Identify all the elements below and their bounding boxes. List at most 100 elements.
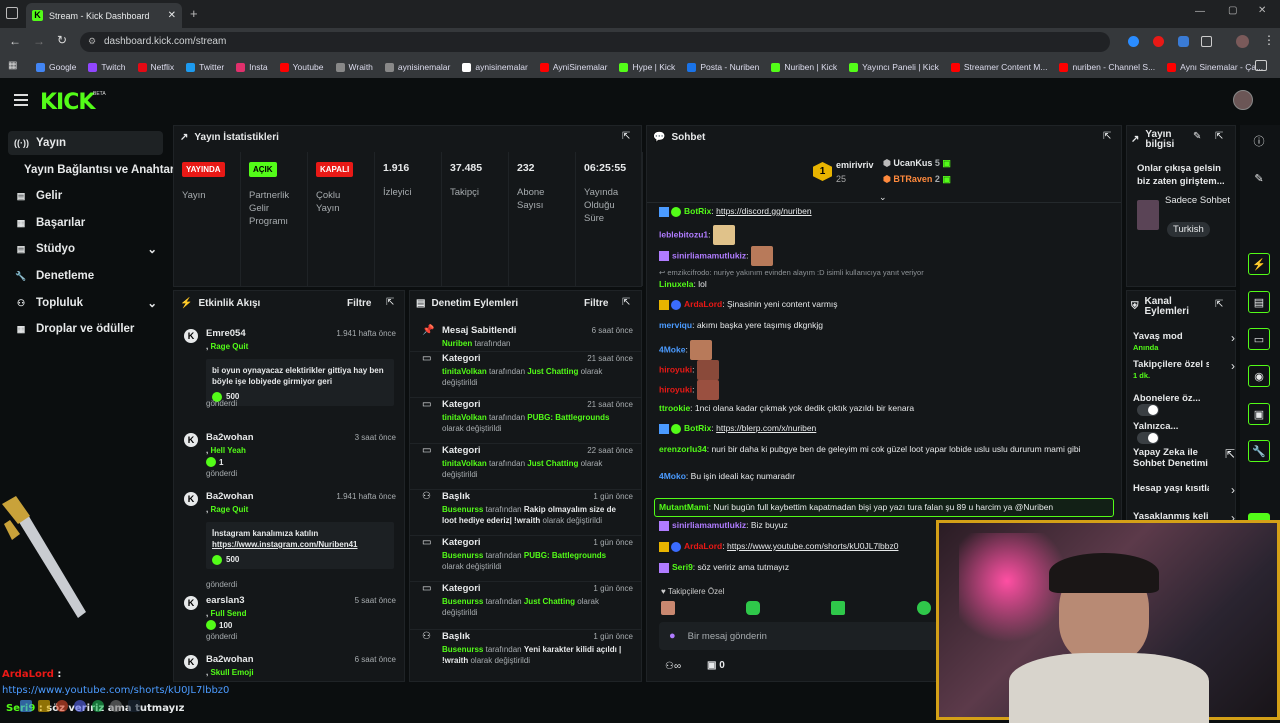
moderator-name[interactable]: Busenurss: [442, 505, 483, 514]
chat-username[interactable]: hiroyuki: [659, 384, 692, 394]
bookmark-item[interactable]: Wraith: [335, 62, 373, 72]
moderator-name[interactable]: tinitaVolkan: [442, 413, 487, 422]
taskbar-obs-icon[interactable]: [110, 700, 122, 712]
activity-username[interactable]: Ba2wohan: [206, 432, 254, 443]
moderation-item[interactable]: ▭ Kategori 1 gün önce Busenurss tarafından …: [410, 535, 641, 571]
moderation-filter-button[interactable]: Filtre: [584, 298, 608, 309]
chat-message[interactable]: hiroyuki:: [659, 380, 1109, 400]
moderator-name[interactable]: Nuriben: [442, 339, 472, 348]
popout-icon[interactable]: ⇱: [622, 297, 630, 308]
moderation-item[interactable]: ▭ Kategori 1 gün önce Busenurss tarafından …: [410, 581, 641, 617]
users-infinity-icon[interactable]: ⚇∞: [665, 661, 681, 672]
channel-action-item[interactable]: Hesap yaşı kısıtla ›: [1133, 483, 1235, 497]
browser-menu-icon[interactable]: ⋮: [1263, 33, 1275, 47]
popout-icon[interactable]: ⇱: [1103, 131, 1111, 142]
moderator-name[interactable]: tinitaVolkan: [442, 367, 487, 376]
chevron-down-icon[interactable]: ⌄: [147, 242, 157, 256]
chat-username[interactable]: 4Moko: [659, 471, 686, 481]
activity-username[interactable]: Emre054: [206, 328, 246, 339]
sidebar-item[interactable]: ▦ Başarılar: [8, 211, 163, 235]
profile-avatar[interactable]: [1236, 35, 1249, 48]
chat-username[interactable]: hiroyuki: [659, 364, 692, 374]
chat-message[interactable]: BotRix: https://blerp.com/x/nuriben: [659, 422, 1109, 435]
bookmark-item[interactable]: Yayıncı Paneli | Kick: [849, 62, 939, 72]
bookmark-item[interactable]: Nuriben | Kick: [771, 62, 837, 72]
sidebar-item[interactable]: ▤ Stüdyo ⌄: [8, 237, 163, 261]
bookmark-item[interactable]: Twitch: [88, 62, 126, 72]
moderator-name[interactable]: Busenurss: [442, 551, 483, 560]
window-close-icon[interactable]: ✕: [1258, 5, 1266, 16]
moderator-name[interactable]: tinitaVolkan: [442, 459, 487, 468]
points-counter[interactable]: ▣ 0: [707, 660, 725, 671]
info-icon[interactable]: ⓘ: [1248, 130, 1270, 152]
chat-username[interactable]: Seri9: [672, 562, 693, 572]
popout-icon[interactable]: ⇱: [1215, 131, 1223, 142]
bookmark-item[interactable]: Youtube: [279, 62, 324, 72]
maximize-icon[interactable]: ▢: [1228, 5, 1237, 16]
taskbar-windows-icon[interactable]: [20, 700, 32, 712]
chat-message[interactable]: 4Moke:: [659, 340, 1109, 360]
forward-icon[interactable]: →: [33, 34, 45, 48]
tab-search-icon[interactable]: [6, 7, 18, 19]
taskbar-spotify-icon[interactable]: [92, 700, 104, 712]
moderation-item[interactable]: ▭ Kategori 22 saat önce tinitaVolkan tarafı…: [410, 443, 641, 479]
chevron-right-icon[interactable]: ›: [1231, 331, 1235, 345]
url-field[interactable]: dashboard.kick.com/stream: [80, 32, 1110, 52]
bookmark-item[interactable]: Hype | Kick: [619, 62, 675, 72]
chat-icon[interactable]: ▭: [1248, 328, 1270, 350]
broadcast-icon[interactable]: ◉: [1248, 365, 1270, 387]
wrench-icon[interactable]: 🔧: [1248, 440, 1270, 462]
extension-icon[interactable]: [1178, 36, 1189, 47]
kick-logo[interactable]: KICK: [40, 90, 95, 115]
bookmark-item[interactable]: Aynı Sinemalar - Ça...: [1167, 62, 1263, 72]
channel-action-item[interactable]: Yapay Zeka ile Sohbet Denetimi ⇱: [1133, 447, 1235, 469]
chat-username[interactable]: BotRix: [684, 423, 711, 433]
hamburger-menu-icon[interactable]: [14, 94, 28, 106]
chat-username[interactable]: 4Moke: [659, 344, 685, 354]
edit-pencil-icon[interactable]: ✎: [1193, 131, 1201, 142]
bookmark-item[interactable]: Streamer Content M...: [950, 62, 1047, 72]
chevron-down-icon[interactable]: ⌄: [147, 296, 157, 310]
emote-icon[interactable]: [916, 601, 931, 615]
moderation-item[interactable]: ▭ Kategori 21 saat önce tinitaVolkan tarafı…: [410, 351, 641, 387]
microphone-icon[interactable]: ●: [669, 630, 676, 642]
chat-message[interactable]: ttrookie: 1nci olana kadar çıkmak yok de…: [659, 402, 1109, 415]
bookmark-item[interactable]: Netflix: [137, 62, 174, 72]
chat-username[interactable]: erenzorlu34: [659, 444, 707, 454]
top-gifter-name[interactable]: emirivriv: [836, 160, 874, 170]
chat-message[interactable]: leblebitozu1:: [659, 225, 1109, 245]
chat-message[interactable]: Linuxela: lol: [659, 278, 1109, 291]
chat-message[interactable]: ArdaLord: Şinasinin yeni content varmış: [659, 298, 1109, 311]
chat-message[interactable]: sinirliamamutlukiz:: [659, 246, 1109, 266]
activity-filter-button[interactable]: Filtre: [347, 298, 371, 309]
taskbar-discord-icon[interactable]: [74, 700, 86, 712]
channel-action-item[interactable]: Yalnızca...: [1133, 421, 1233, 444]
browser-tab[interactable]: K Stream - Kick Dashboard ✕: [26, 3, 182, 28]
reload-icon[interactable]: ↻: [57, 33, 67, 47]
gifter-1[interactable]: ⬢ UcanKus 5 ▣: [883, 158, 951, 169]
popout-icon[interactable]: ⇱: [386, 297, 394, 308]
moderator-name[interactable]: Busenurss: [442, 597, 483, 606]
taskbar-chrome-icon[interactable]: [56, 700, 68, 712]
emote-icon[interactable]: [661, 601, 675, 615]
chat-username[interactable]: BotRix: [684, 206, 711, 216]
bookmark-item[interactable]: Google: [36, 62, 76, 72]
chat-username[interactable]: ArdaLord: [684, 299, 722, 309]
bookmark-item[interactable]: aynisinemalar: [384, 62, 450, 72]
chat-message[interactable]: merviqu: akımı başka yere taşımış dkgnkj…: [659, 319, 1109, 332]
sidebar-item[interactable]: 🔧 Denetleme: [8, 264, 163, 288]
lightning-icon[interactable]: ⚡: [1248, 253, 1270, 275]
channel-action-item[interactable]: Abonelere öz...: [1133, 393, 1233, 416]
external-link-icon[interactable]: ⇱: [1225, 447, 1235, 461]
chat-username[interactable]: ttrookie: [659, 403, 690, 413]
site-info-icon[interactable]: ⚙: [88, 36, 96, 47]
edit-icon[interactable]: ✎: [1248, 167, 1270, 189]
document-icon[interactable]: ▤: [1248, 291, 1270, 313]
channel-action-item[interactable]: Takipçilere özel s1 dk. ›: [1133, 359, 1235, 380]
extension-icon[interactable]: [1153, 36, 1164, 47]
activity-username[interactable]: Ba2wohan: [206, 491, 254, 502]
gifter-2[interactable]: ⬢ BTRaven 2 ▣: [883, 174, 951, 185]
chat-message[interactable]: 4Moko: Bu işin ideali kaç numaradır: [659, 470, 1109, 483]
extensions-puzzle-icon[interactable]: [1201, 36, 1212, 47]
chevron-right-icon[interactable]: ›: [1231, 483, 1235, 497]
